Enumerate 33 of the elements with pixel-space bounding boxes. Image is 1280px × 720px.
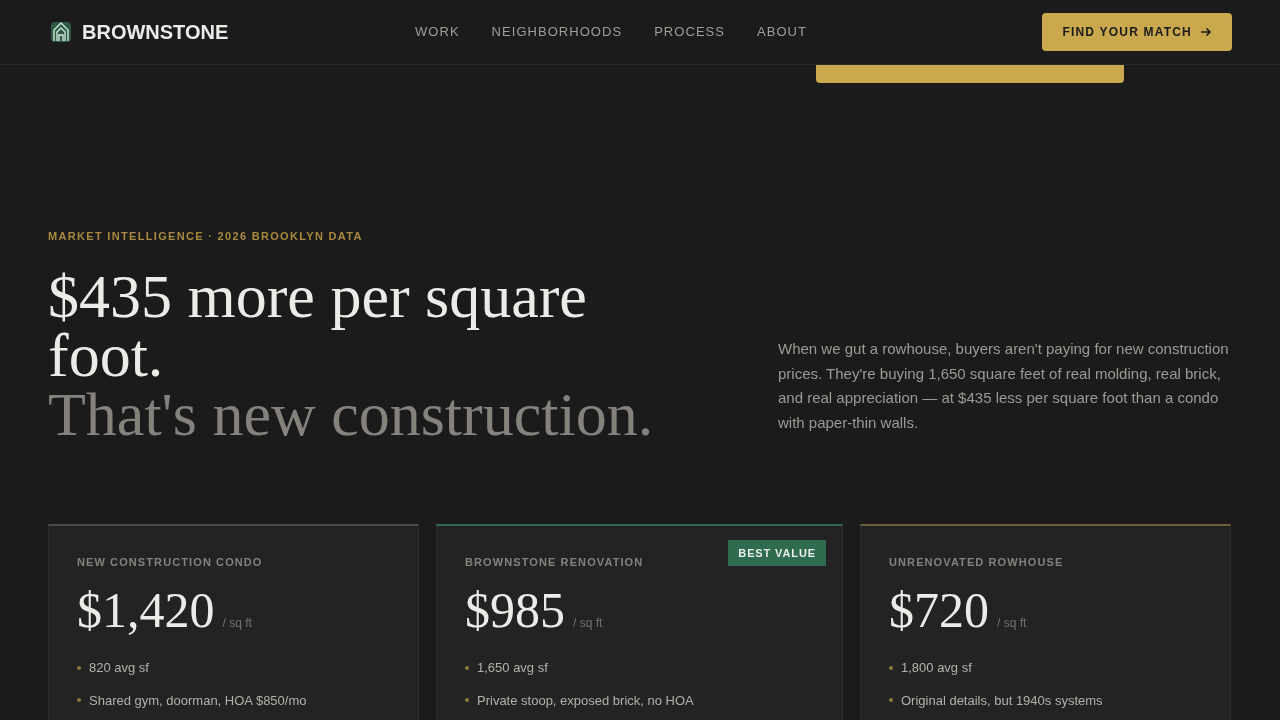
price-value: $1,420	[77, 582, 215, 638]
feature-text: 1,650 avg sf	[477, 659, 548, 677]
intro-paragraph: When we gut a rowhouse, buyers aren't paying for new construction prices. They're buying 1,650 square feet of real molding, real brick, and real appreciation — at $435 less per square foot than a condo with paper-thin walls.	[778, 339, 1230, 433]
bullet-icon	[465, 698, 469, 703]
nav-link[interactable]: NEIGHBORHOODS	[491, 22, 623, 42]
bullet-icon	[889, 698, 893, 703]
bullet-icon	[889, 665, 893, 670]
nav-link[interactable]: PROCESS	[654, 22, 725, 42]
price-value: $720	[889, 582, 989, 638]
brand-name: BROWNSTONE	[82, 20, 229, 45]
headline-subtitle: That's new construction.	[48, 384, 655, 444]
arrow-right-icon	[1200, 26, 1212, 38]
bullet-icon	[77, 698, 81, 703]
feature-text: Private stoop, exposed brick, no HOA	[477, 691, 694, 710]
feature-text: Original details, but 1940s systems	[901, 691, 1103, 710]
price-unit: / sq ft	[997, 615, 1027, 632]
best-value-badge: BEST VALUE	[728, 539, 826, 566]
feature-text: Shared gym, doorman, HOA $850/mo	[89, 691, 307, 710]
nav-link[interactable]: WORK	[415, 22, 460, 42]
price-unit: / sq ft	[222, 615, 252, 632]
feature-text: 1,800 avg sf	[901, 659, 972, 677]
feature-text: 820 avg sf	[89, 659, 149, 677]
bullet-icon	[77, 665, 81, 670]
price-value: $985	[465, 582, 565, 638]
card-title: UNRENOVATED ROWHOUSE	[889, 554, 1065, 570]
price-unit: / sq ft	[573, 615, 603, 632]
card-title: NEW CONSTRUCTION CONDO	[77, 554, 264, 570]
building-logo-icon	[48, 19, 74, 45]
nav-link[interactable]: ABOUT	[757, 22, 807, 42]
find-match-button[interactable]: FIND YOUR MATCH	[1042, 13, 1232, 51]
eyebrow-label: MARKET INTELLIGENCE · 2026 BROOKLYN DATA	[48, 229, 364, 244]
headline: $435 more per square foot.	[48, 266, 588, 385]
bullet-icon	[465, 665, 469, 670]
